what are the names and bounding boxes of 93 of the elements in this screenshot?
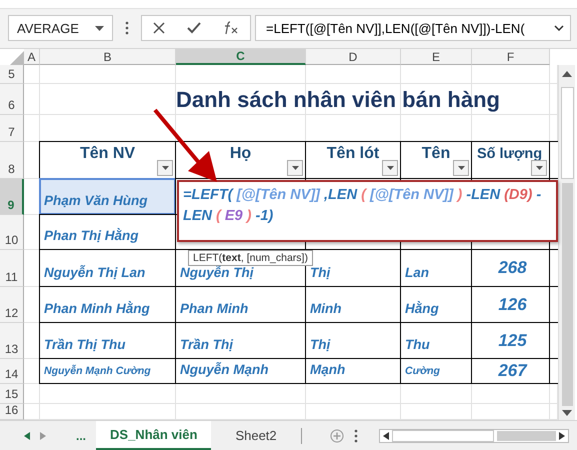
row-header[interactable]: 15: [0, 384, 24, 404]
more-sheets[interactable]: ...: [76, 428, 86, 442]
column-header[interactable]: F: [472, 49, 550, 65]
table-cell: Nguyễn Mạnh Cường: [44, 365, 151, 377]
table-cell: [550, 141, 558, 179]
sheet-tab[interactable]: DS_Nhân viên: [96, 421, 212, 450]
dropdown-arrow-icon: [536, 166, 542, 170]
scroll-up-icon[interactable]: [562, 71, 572, 77]
scroll-thumb[interactable]: [392, 430, 494, 442]
row-header[interactable]: 11: [0, 250, 24, 287]
table-cell: Mạnh: [310, 362, 346, 377]
table-cell: 125: [498, 330, 527, 350]
table-cell: Trần Thị: [180, 337, 234, 352]
formula-token: ): [244, 208, 252, 224]
scroll-left-icon[interactable]: [383, 432, 389, 440]
table-cell: Lan: [405, 265, 430, 280]
row-header[interactable]: 12: [0, 287, 24, 323]
horizontal-scrollbar[interactable]: [379, 428, 569, 442]
formula-token: LEN: [183, 208, 214, 224]
table-header-cell: Số lượng: [471, 141, 550, 179]
row-header[interactable]: 16: [0, 404, 24, 420]
scroll-down-icon[interactable]: [562, 410, 572, 416]
more-icon[interactable]: [125, 21, 129, 36]
table-header-cell: Tên NV: [39, 141, 176, 179]
row-header[interactable]: 7: [0, 115, 24, 142]
table-cell: Trần Thị Thu: [44, 337, 126, 352]
table-cell: Cường: [405, 365, 440, 377]
table-cell: Phan Minh Hằng: [44, 301, 150, 316]
scroll-right-icon[interactable]: [559, 432, 565, 440]
check-icon[interactable]: [187, 22, 201, 34]
table-cell: Phạm Văn Hùng: [44, 193, 148, 208]
scroll-thumb[interactable]: [560, 87, 574, 179]
row-header[interactable]: 13: [0, 323, 24, 359]
table-cell: 267: [498, 361, 527, 381]
row-header[interactable]: 6: [0, 84, 24, 115]
name-box[interactable]: AVERAGE: [8, 15, 113, 42]
column-header[interactable]: E: [401, 49, 472, 65]
row-header[interactable]: 10: [0, 215, 24, 250]
column-header[interactable]: A: [24, 49, 40, 65]
table-cell: 126: [498, 294, 527, 314]
filter-dropdown[interactable]: [287, 160, 303, 176]
row-header[interactable]: 14: [0, 359, 24, 384]
sheet-tab[interactable]: Sheet2: [221, 422, 291, 449]
filter-dropdown[interactable]: [157, 160, 173, 176]
dropdown-icon: [95, 26, 104, 31]
expand-icon[interactable]: [554, 25, 564, 32]
table-header-cell: Tên: [400, 141, 472, 179]
table-cell: Minh: [310, 301, 342, 316]
column-header[interactable]: D: [306, 49, 401, 65]
cancel-icon[interactable]: [153, 22, 165, 34]
formula-token: ): [455, 187, 464, 203]
table-cell: Phan Thị Hằng: [44, 228, 138, 243]
row-header[interactable]: 8: [0, 142, 24, 179]
filter-dropdown[interactable]: [382, 160, 398, 176]
column-header[interactable]: C: [176, 49, 306, 65]
dropdown-arrow-icon: [162, 166, 168, 170]
row-header[interactable]: 9: [0, 179, 24, 215]
formula-token: [@[Tên NV]]: [235, 187, 320, 203]
table-cell: Thị: [310, 265, 330, 280]
previous-sheet-icon[interactable]: [24, 432, 30, 440]
table-cell: Thị: [310, 337, 330, 352]
table-cell: Nguyễn Thị: [180, 265, 254, 280]
dropdown-arrow-icon: [458, 166, 464, 170]
formula-token: [@[Tên NV]]: [370, 187, 454, 203]
formula-token: E9: [224, 208, 243, 224]
table-cell: Nguyễn Thị Lan: [44, 265, 146, 280]
column-header[interactable]: B: [40, 49, 176, 65]
table-header-cell: Tên lót: [305, 141, 401, 179]
formula-token: (D9): [504, 187, 532, 203]
formula-token: (: [216, 208, 223, 224]
table-cell: Hằng: [405, 301, 439, 316]
filter-dropdown[interactable]: [453, 160, 469, 176]
formula-field[interactable]: =LEFT([@[Tên NV]],LEN([@[Tên NV]])-LEN(: [255, 15, 571, 42]
more-icon[interactable]: [354, 428, 358, 442]
formula-token: ,LEN: [323, 187, 358, 203]
table-cell: Phan Minh: [180, 301, 248, 316]
formula-token: =LEFT(: [183, 187, 233, 203]
formula-token: -1): [256, 208, 274, 224]
filter-dropdown[interactable]: [531, 160, 547, 176]
formula-token: -: [535, 187, 542, 203]
dropdown-arrow-icon: [292, 166, 298, 170]
function-icon[interactable]: [223, 21, 239, 36]
table-cell: Nguyễn Mạnh: [180, 362, 269, 377]
table-cell: Thu: [405, 337, 430, 352]
sheet-title: Danh sách nhân viên bán hàng: [176, 86, 501, 112]
vertical-scrollbar[interactable]: [558, 65, 575, 420]
cell-editor[interactable]: =LEFT( [@[Tên NV]] ,LEN ( [@[Tên NV]] ) -LEN (D9) - LEN ( E9 ) -1): [177, 180, 558, 242]
formula-token: (: [360, 187, 368, 203]
row-header[interactable]: 5: [0, 65, 24, 84]
function-tooltip: LEFT(text, [num_chars]): [188, 250, 313, 266]
dropdown-arrow-icon: [386, 166, 394, 170]
table-cell: 268: [498, 258, 527, 278]
formula-token: -LEN: [466, 187, 502, 203]
